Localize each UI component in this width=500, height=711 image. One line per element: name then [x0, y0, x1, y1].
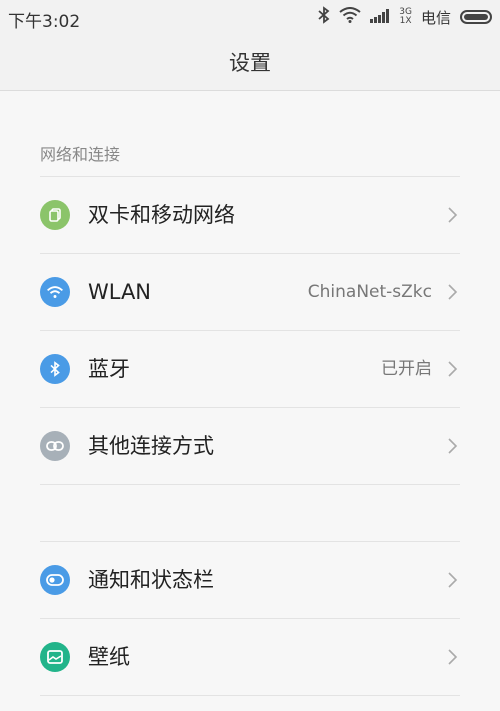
- chevron-right-icon: [448, 207, 458, 223]
- status-time: 下午3:02: [8, 12, 81, 32]
- signal-icon: [370, 8, 390, 27]
- settings-item-label: WLAN: [88, 280, 152, 304]
- status-bar: 下午3:02 3G 1X 电信: [0, 0, 500, 34]
- chevron-right-icon: [448, 572, 458, 588]
- settings-item-label: 蓝牙: [88, 357, 130, 381]
- chevron-right-icon: [448, 649, 458, 665]
- carrier-name: 电信: [420, 8, 451, 27]
- page-title: 设置: [229, 51, 271, 75]
- sim-card-icon: [40, 200, 70, 230]
- settings-item-wallpaper[interactable]: 壁纸: [0, 619, 500, 695]
- wallpaper-icon: [40, 642, 70, 672]
- settings-item-wlan[interactable]: WLAN ChinaNet-sZkc: [0, 254, 500, 330]
- wifi-icon: [339, 7, 361, 27]
- network-type-bottom: 1X: [399, 16, 412, 26]
- network-type: 3G 1X: [399, 8, 412, 26]
- settings-item-label: 壁纸: [88, 645, 130, 669]
- settings-item-bluetooth[interactable]: 蓝牙 已开启: [0, 331, 500, 407]
- chevron-right-icon: [448, 361, 458, 377]
- settings-item-dual-sim[interactable]: 双卡和移动网络: [0, 177, 500, 253]
- bluetooth-icon: [318, 6, 330, 28]
- settings-item-value: ChinaNet-sZkc: [307, 282, 432, 302]
- settings-item-value: 已开启: [381, 359, 432, 379]
- bluetooth-icon: [40, 354, 70, 384]
- link-icon: [40, 431, 70, 461]
- toggle-icon: [40, 565, 70, 595]
- divider: [40, 695, 460, 696]
- chevron-right-icon: [448, 284, 458, 300]
- status-icons: 3G 1X 电信: [318, 6, 492, 28]
- title-bar: 设置: [0, 34, 500, 91]
- wifi-icon: [40, 277, 70, 307]
- settings-item-other-connections[interactable]: 其他连接方式: [0, 408, 500, 484]
- section-label-network: 网络和连接: [40, 145, 121, 164]
- settings-item-label: 通知和状态栏: [88, 568, 214, 592]
- battery-icon: [460, 10, 492, 24]
- settings-item-label: 双卡和移动网络: [88, 203, 235, 227]
- settings-item-label: 其他连接方式: [88, 434, 214, 458]
- divider: [40, 484, 460, 485]
- settings-item-notifications[interactable]: 通知和状态栏: [0, 542, 500, 618]
- chevron-right-icon: [448, 438, 458, 454]
